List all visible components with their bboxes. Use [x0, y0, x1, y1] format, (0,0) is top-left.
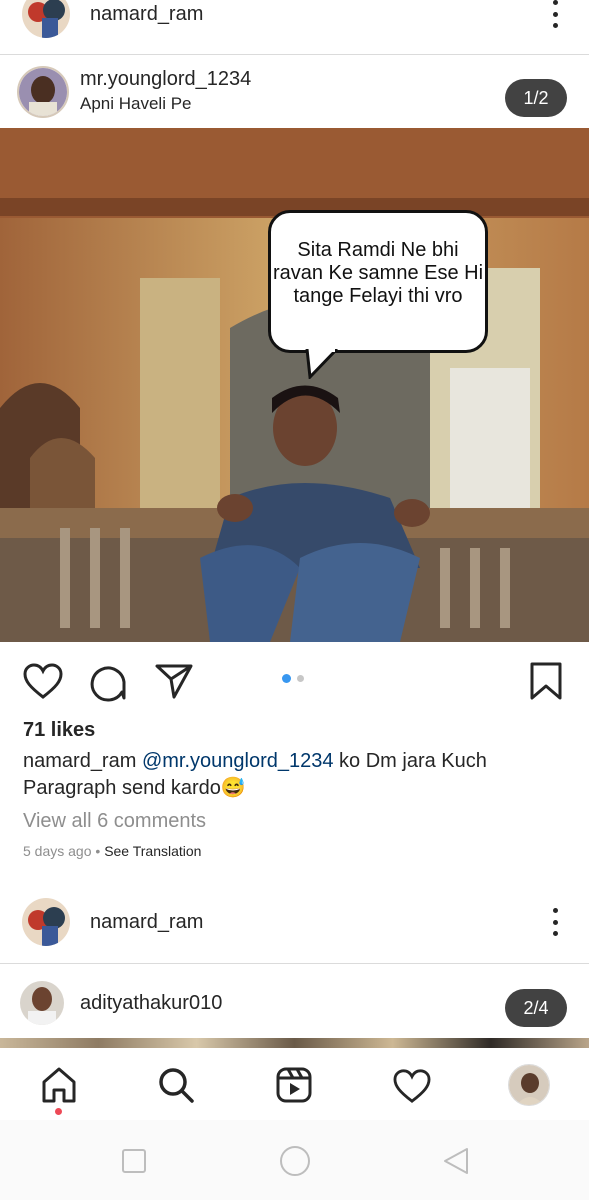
carousel-dot: [297, 675, 304, 682]
post-actions: [0, 652, 589, 710]
feed-post-header-top: namard_ram: [0, 0, 589, 42]
carousel-dot-active: [282, 674, 291, 683]
caption-username[interactable]: namard_ram: [23, 750, 136, 772]
post-meta: 5 days ago • See Translation: [23, 843, 202, 859]
see-translation-link[interactable]: See Translation: [104, 843, 201, 859]
profile-avatar[interactable]: [508, 1064, 550, 1106]
feed-post-header: namard_ram: [0, 894, 589, 950]
reels-icon[interactable]: [275, 1066, 313, 1104]
home-circle-icon[interactable]: [279, 1145, 311, 1177]
speech-bubble-tail: [305, 349, 339, 379]
save-bookmark-icon[interactable]: [528, 661, 564, 701]
carousel-counter: 2/4: [505, 989, 567, 1027]
caption: namard_ram @mr.younglord_1234 ko Dm jara…: [23, 748, 563, 802]
speech-bubble: Sita Ramdi Ne bhi ravan Ke samne Ese Hi …: [268, 210, 488, 353]
like-heart-icon[interactable]: [22, 662, 64, 700]
more-options-icon[interactable]: [551, 908, 559, 936]
post-header: mr.younglord_1234 Apni Haveli Pe: [0, 62, 589, 122]
post-username[interactable]: adityathakur010: [80, 992, 222, 1015]
avatar[interactable]: [17, 66, 69, 118]
post-location[interactable]: Apni Haveli Pe: [80, 94, 192, 114]
post-username[interactable]: namard_ram: [90, 3, 203, 26]
divider: [0, 963, 589, 964]
avatar[interactable]: [22, 0, 70, 38]
post-image-peek[interactable]: [0, 1038, 589, 1048]
post-username[interactable]: namard_ram: [90, 911, 203, 934]
caption-mention[interactable]: @mr.younglord_1234: [142, 750, 334, 772]
avatar[interactable]: [22, 898, 70, 946]
avatar[interactable]: [20, 981, 64, 1025]
home-icon[interactable]: [40, 1066, 78, 1104]
bottom-navigation: [0, 1048, 589, 1124]
post-username[interactable]: mr.younglord_1234: [80, 68, 251, 91]
search-icon[interactable]: [157, 1066, 195, 1104]
recents-square-icon[interactable]: [121, 1148, 147, 1174]
notification-dot: [55, 1108, 62, 1115]
view-all-comments[interactable]: View all 6 comments: [23, 810, 206, 833]
comment-icon[interactable]: [88, 662, 128, 702]
divider: [0, 54, 589, 55]
more-options-icon[interactable]: [551, 0, 559, 28]
share-send-icon[interactable]: [154, 662, 194, 700]
activity-heart-icon[interactable]: [392, 1068, 432, 1104]
system-navigation-bar: [0, 1120, 589, 1200]
post-image[interactable]: [0, 128, 589, 642]
back-triangle-icon[interactable]: [441, 1146, 471, 1176]
post-timestamp: 5 days ago: [23, 843, 92, 859]
carousel-counter: 1/2: [505, 79, 567, 117]
post-header: adityathakur010: [0, 978, 589, 1034]
speech-bubble-text: Sita Ramdi Ne bhi ravan Ke samne Ese Hi …: [272, 239, 484, 307]
likes-count[interactable]: 71 likes: [23, 719, 95, 742]
